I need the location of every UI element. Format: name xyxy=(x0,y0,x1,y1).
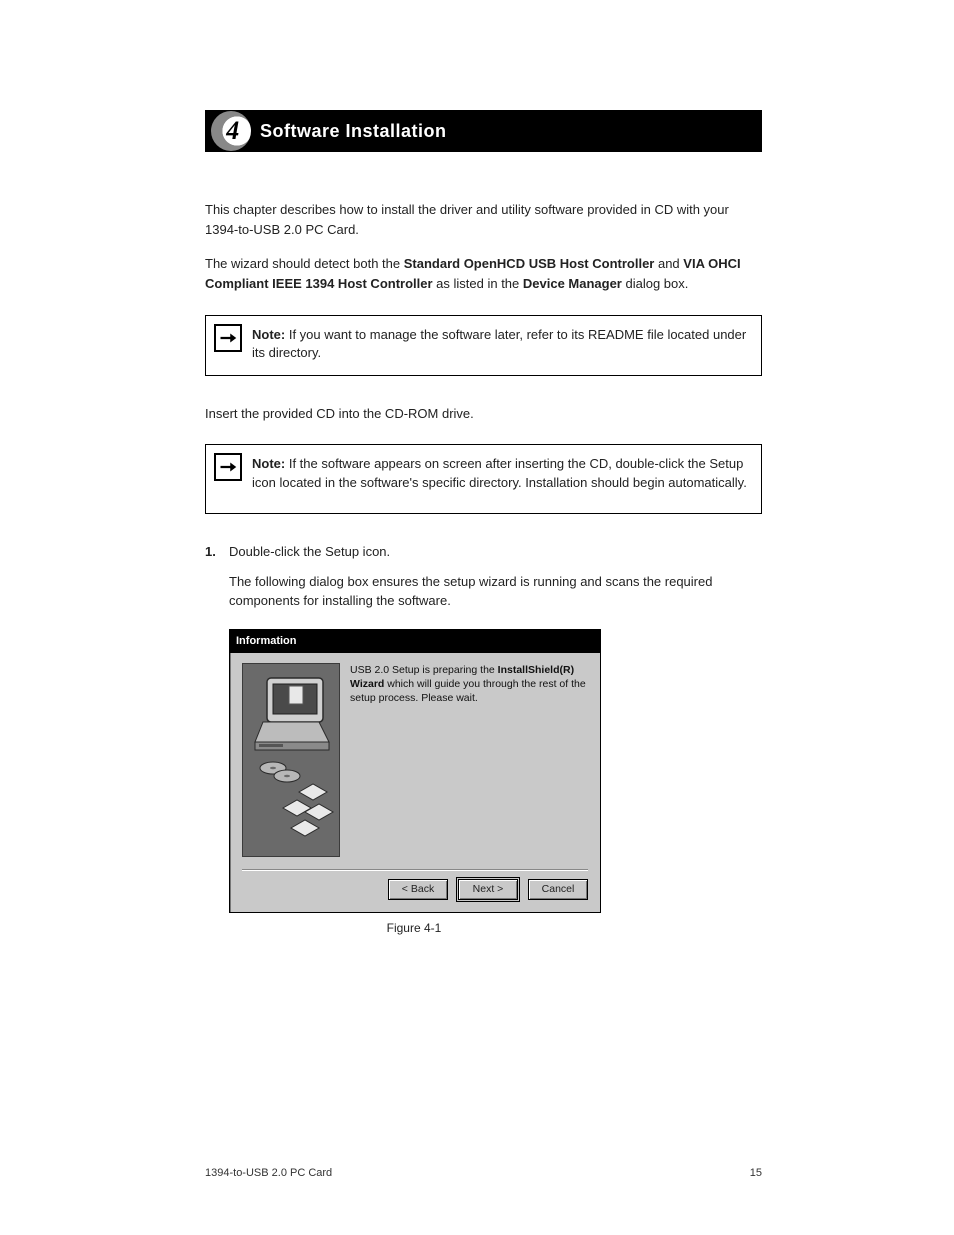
figure-caption: Figure 4-1 xyxy=(229,921,599,935)
note-box-1: Note: If you want to manage the software… xyxy=(205,315,762,377)
footer-left: 1394-to-USB 2.0 PC Card xyxy=(205,1167,332,1179)
footer-page-number: 15 xyxy=(750,1167,762,1179)
back-button[interactable]: < Back xyxy=(388,879,448,900)
note-label: Note: xyxy=(252,456,285,471)
chapter-banner: 4 Software Installation xyxy=(205,110,762,152)
chapter-number-badge: 4 xyxy=(211,111,251,151)
install-wizard-dialog: Information xyxy=(229,629,601,913)
note-label: Note: xyxy=(252,327,285,342)
dialog-screenshot: Information xyxy=(229,629,599,935)
step-1-description: The following dialog box ensures the set… xyxy=(229,572,762,611)
note-text: If the software appears on screen after … xyxy=(252,456,747,490)
intro-section: This chapter describes how to install th… xyxy=(205,200,762,295)
cancel-button[interactable]: Cancel xyxy=(528,879,588,900)
manual-page: 4 Software Installation This chapter des… xyxy=(0,0,954,1235)
step-1: 1.Double-click the Setup icon. xyxy=(205,542,762,562)
note-text: If you want to manage the software later… xyxy=(252,327,746,361)
insert-cd-paragraph: Insert the provided CD into the CD-ROM d… xyxy=(205,404,762,424)
chapter-title: Software Installation xyxy=(260,121,447,142)
note-arrow-icon xyxy=(214,324,242,352)
note-arrow-icon xyxy=(214,453,242,481)
intro-paragraph-2: The wizard should detect both the Standa… xyxy=(205,254,762,294)
dialog-message: USB 2.0 Setup is preparing the InstallSh… xyxy=(350,663,588,857)
chapter-number: 4 xyxy=(211,111,251,151)
dialog-setup-artwork xyxy=(242,663,340,857)
dialog-button-row: < Back Next > Cancel xyxy=(230,871,600,912)
intro-paragraph-1: This chapter describes how to install th… xyxy=(205,200,762,240)
note-box-2: Note: If the software appears on screen … xyxy=(205,444,762,514)
next-button[interactable]: Next > xyxy=(458,879,518,900)
page-footer: 1394-to-USB 2.0 PC Card 15 xyxy=(205,1167,762,1179)
dialog-titlebar: Information xyxy=(230,630,600,653)
